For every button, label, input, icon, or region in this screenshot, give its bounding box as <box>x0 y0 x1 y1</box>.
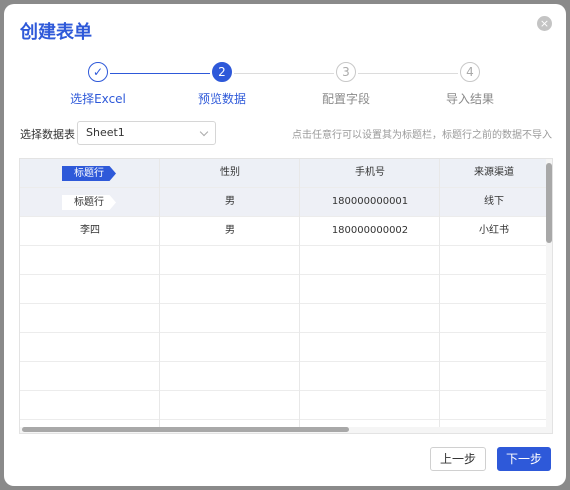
step-label-config-fields: 配置字段 <box>321 92 370 106</box>
check-icon: ✓ <box>88 62 108 82</box>
create-form-dialog: 创建表单 × ✓ 选择Excel 2 预览数据 3 配置字段 4 导入结果 选择… <box>4 4 566 486</box>
column-header-gender: 性别 <box>220 167 240 178</box>
step-number: 4 <box>460 62 480 82</box>
table-cell: 180000000002 <box>331 225 409 236</box>
column-header-source: 来源渠道 <box>474 167 514 178</box>
step-label-import-result: 导入结果 <box>445 92 494 106</box>
table-cell: 男 <box>225 196 235 207</box>
set-header-row-tag[interactable]: 标题行 <box>62 195 116 210</box>
close-icon[interactable]: × <box>537 16 552 31</box>
prev-step-button[interactable]: 上一步 <box>430 447 486 471</box>
step-label-select-excel: 选择Excel <box>70 92 126 106</box>
sheet-select[interactable]: Sheet1 <box>77 121 216 145</box>
table-cell: 男 <box>225 225 235 236</box>
horizontal-scrollbar-thumb[interactable] <box>22 427 349 432</box>
chevron-down-icon <box>199 127 209 137</box>
stepper: ✓ 选择Excel 2 预览数据 3 配置字段 4 导入结果 <box>4 60 566 110</box>
header-row-tag: 标题行 <box>62 166 116 181</box>
step-number: 2 <box>212 62 232 82</box>
dialog-title: 创建表单 <box>20 22 92 43</box>
step-label-preview-data: 预览数据 <box>197 92 246 106</box>
table-cell: 180000000001 <box>331 196 409 207</box>
vertical-scrollbar[interactable] <box>546 159 552 433</box>
table-cell: 线下 <box>484 196 504 207</box>
step-number: 3 <box>336 62 356 82</box>
table-cell: 小红书 <box>479 225 509 236</box>
sheet-select-value: Sheet1 <box>86 126 125 139</box>
step-connector <box>234 73 334 74</box>
step-connector <box>110 73 210 74</box>
vertical-scrollbar-thumb[interactable] <box>546 163 552 243</box>
preview-table: 标题行 性别 手机号 来源渠道 标题行 男 180000000001 线下 李四… <box>19 158 553 434</box>
horizontal-scrollbar[interactable] <box>20 427 552 433</box>
next-step-button[interactable]: 下一步 <box>497 447 551 471</box>
sheet-select-label: 选择数据表 <box>20 128 75 141</box>
table-cell: 李四 <box>80 225 100 236</box>
column-header-phone: 手机号 <box>355 167 385 178</box>
step-connector <box>358 73 458 74</box>
header-row-hint: 点击任意行可以设置其为标题栏，标题行之前的数据不导入 <box>292 130 552 141</box>
